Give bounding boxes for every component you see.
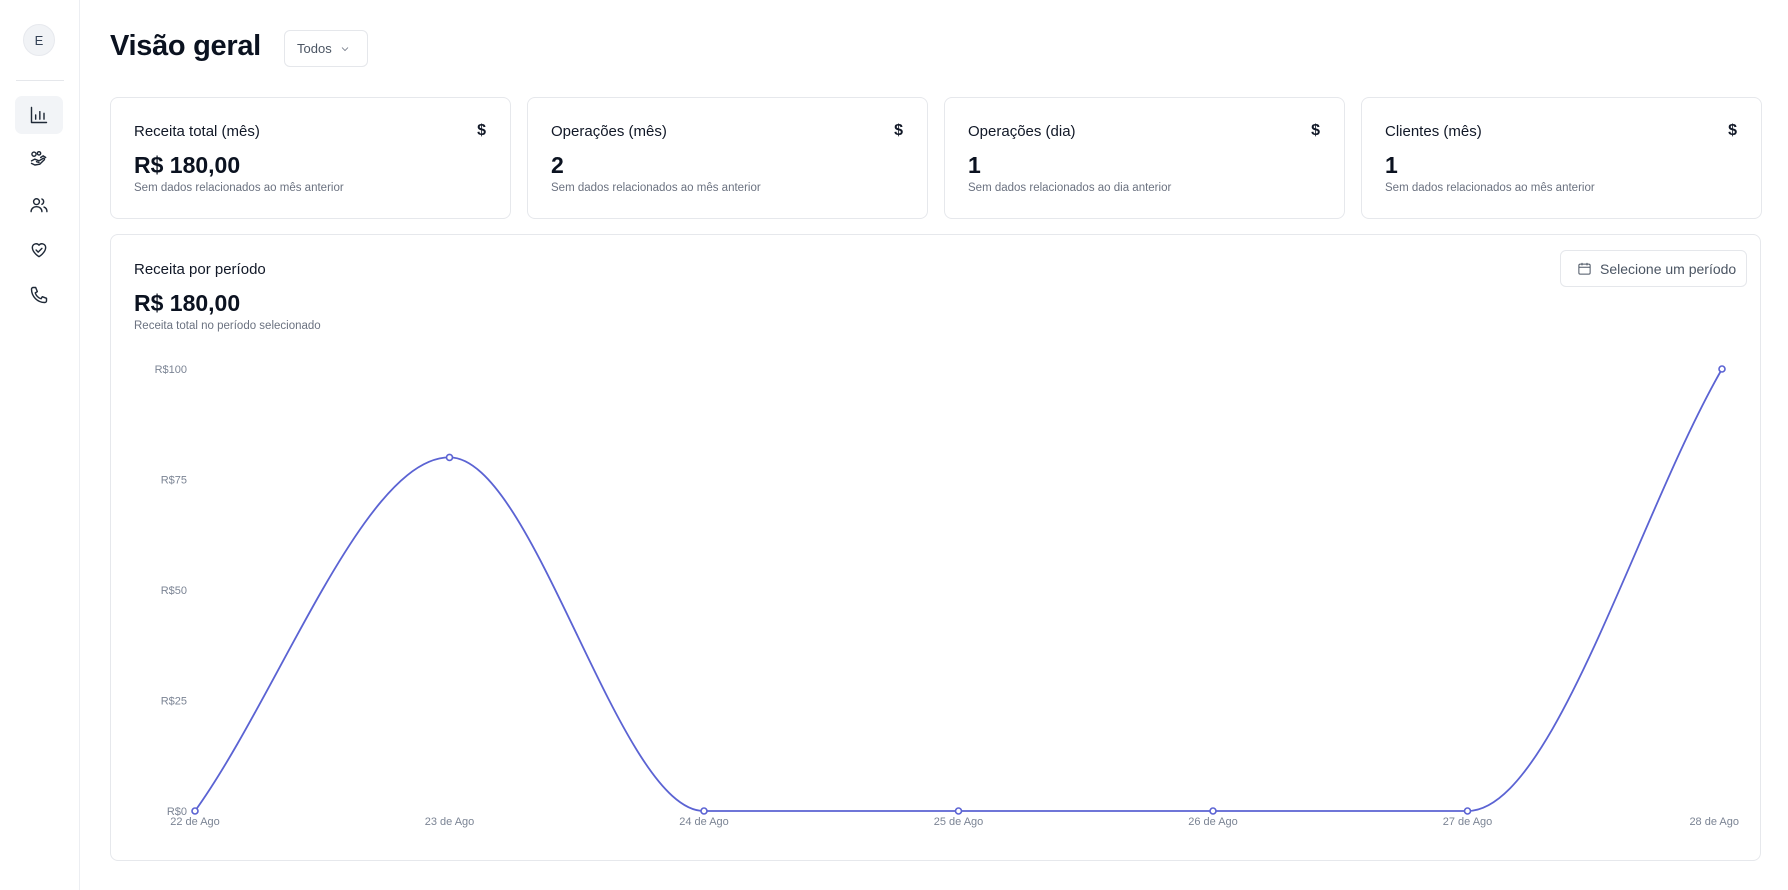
sidebar-item-operations[interactable] [15, 141, 63, 179]
y-tick-label: R$25 [161, 696, 187, 708]
sidebar-item-contacts[interactable] [15, 276, 63, 314]
kpi-card-value: 1 [968, 152, 981, 178]
sidebar: E [0, 0, 80, 890]
phone-icon [30, 286, 48, 304]
sidebar-item-chart[interactable] [15, 96, 63, 134]
handshake-heart-icon [31, 243, 47, 258]
kpi-card-title: Clientes (mês) [1385, 123, 1482, 140]
kpi-card-operations-month: Operações (mês) $ 2 Sem dados relacionad… [527, 97, 928, 219]
data-point [191, 807, 199, 815]
x-tick-label: 28 de Ago [1689, 816, 1739, 828]
users-icon [30, 198, 48, 213]
data-point [700, 807, 708, 815]
bar-chart-icon [30, 106, 48, 124]
kpi-card-clients-month: Clientes (mês) $ 1 Sem dados relacionado… [1361, 97, 1762, 219]
kpi-card-note: Sem dados relacionados ao dia anterior [968, 182, 1172, 194]
dollar-icon: $ [1728, 122, 1737, 139]
x-tick-label: 23 de Ago [425, 816, 475, 828]
series-line [194, 368, 1723, 812]
x-tick-label: 27 de Ago [1443, 816, 1493, 828]
kpi-card-note: Sem dados relacionados ao mês anterior [551, 182, 761, 194]
dollar-icon: $ [477, 122, 486, 139]
kpi-card-total-revenue: Receita total (mês) $ R$ 180,00 Sem dado… [110, 97, 511, 219]
kpi-card-value: R$ 180,00 [134, 152, 241, 178]
data-point [445, 453, 454, 462]
kpi-card-note: Sem dados relacionados ao mês anterior [1385, 182, 1595, 194]
hand-coins-icon [30, 150, 47, 166]
page-title: Visão geral [110, 30, 261, 62]
x-tick-label: 26 de Ago [1188, 816, 1238, 828]
y-tick-label: R$50 [161, 585, 187, 597]
filter-select[interactable]: Todos [284, 30, 368, 67]
kpi-card-value: 2 [551, 152, 564, 178]
sidebar-item-clients[interactable] [15, 186, 63, 224]
kpi-card-note: Sem dados relacionados ao mês anterior [134, 182, 344, 194]
sidebar-divider [16, 80, 64, 81]
revenue-line-chart: R$0R$25R$50R$75R$10022 de Ago 23 de Ago 24… [155, 364, 1739, 828]
kpi-card-title: Operações (mês) [551, 123, 667, 140]
filter-select-value: Todos [297, 41, 332, 56]
sidebar-item-partners[interactable] [15, 231, 63, 269]
kpi-card-operations-day: Operações (dia) $ 1 Sem dados relacionad… [944, 97, 1345, 219]
data-point [1718, 365, 1726, 373]
data-point [954, 807, 963, 815]
x-tick-label: 24 de Ago [679, 816, 729, 828]
y-tick-label: R$100 [155, 364, 187, 376]
data-point [1209, 807, 1217, 815]
x-tick-label: 25 de Ago [934, 816, 984, 828]
dollar-icon: $ [894, 122, 903, 139]
data-point [1463, 807, 1472, 815]
dollar-icon: $ [1311, 122, 1320, 139]
kpi-card-title: Operações (dia) [968, 123, 1076, 140]
y-tick-label: R$75 [161, 475, 187, 487]
chevron-down-icon [341, 46, 348, 51]
kpi-card-title: Receita total (mês) [134, 123, 260, 140]
x-tick-label: 22 de Ago [170, 816, 220, 828]
avatar[interactable]: E [23, 24, 55, 56]
kpi-card-value: 1 [1385, 152, 1398, 178]
